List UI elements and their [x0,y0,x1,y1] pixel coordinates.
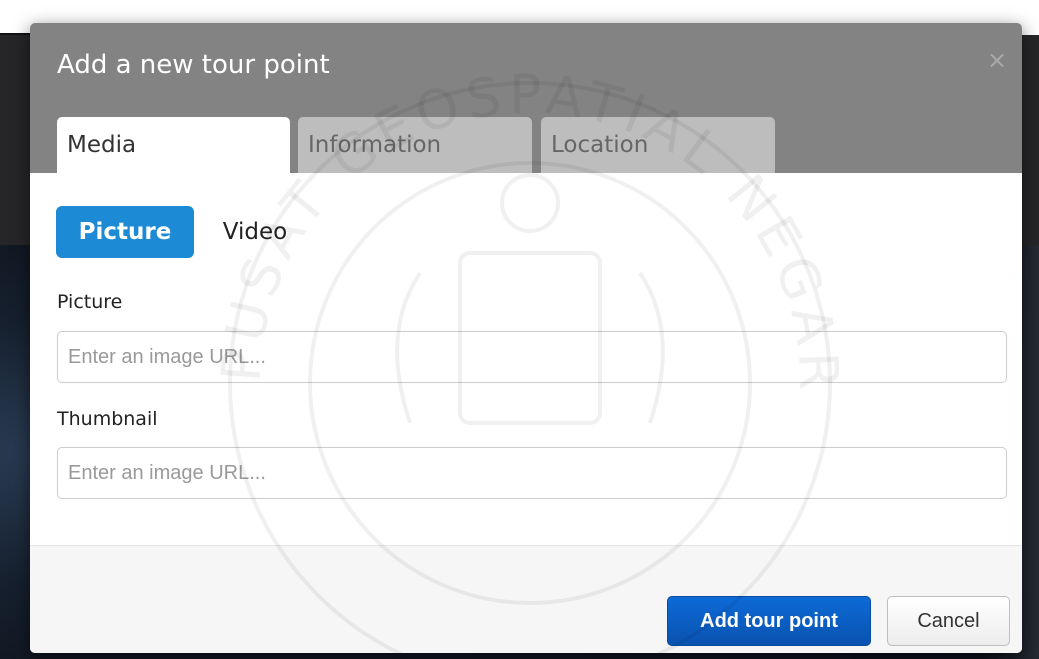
tab-media-label: Media [67,132,137,158]
dialog-header: Add a new tour point × Media Information… [30,23,1022,173]
thumbnail-url-input[interactable] [57,447,1007,499]
tab-location[interactable]: Location [541,117,775,173]
dialog-title: Add a new tour point [57,50,330,80]
tab-location-label: Location [551,132,649,158]
cancel-button-label: Cancel [917,610,980,632]
picture-url-input[interactable] [57,331,1007,383]
tab-media[interactable]: Media [57,117,290,173]
dialog-footer: Add tour point Cancel [30,545,1022,653]
media-type-picture-button[interactable]: Picture [56,206,194,258]
tab-information-label: Information [308,132,442,158]
media-type-video-label: Video [222,219,288,245]
dialog-body: Picture Video Picture Thumbnail [30,173,1022,545]
close-icon[interactable]: × [985,48,1009,72]
tab-information[interactable]: Information [298,117,532,173]
add-tour-point-dialog: Add a new tour point × Media Information… [30,23,1022,653]
add-tour-point-button[interactable]: Add tour point [667,596,871,646]
thumbnail-field-label: Thumbnail [57,408,158,430]
media-type-picture-label: Picture [78,219,172,245]
media-type-video-button[interactable]: Video [205,206,305,258]
cancel-button[interactable]: Cancel [887,596,1010,646]
picture-field-label: Picture [57,291,123,313]
add-tour-point-button-label: Add tour point [700,610,838,632]
